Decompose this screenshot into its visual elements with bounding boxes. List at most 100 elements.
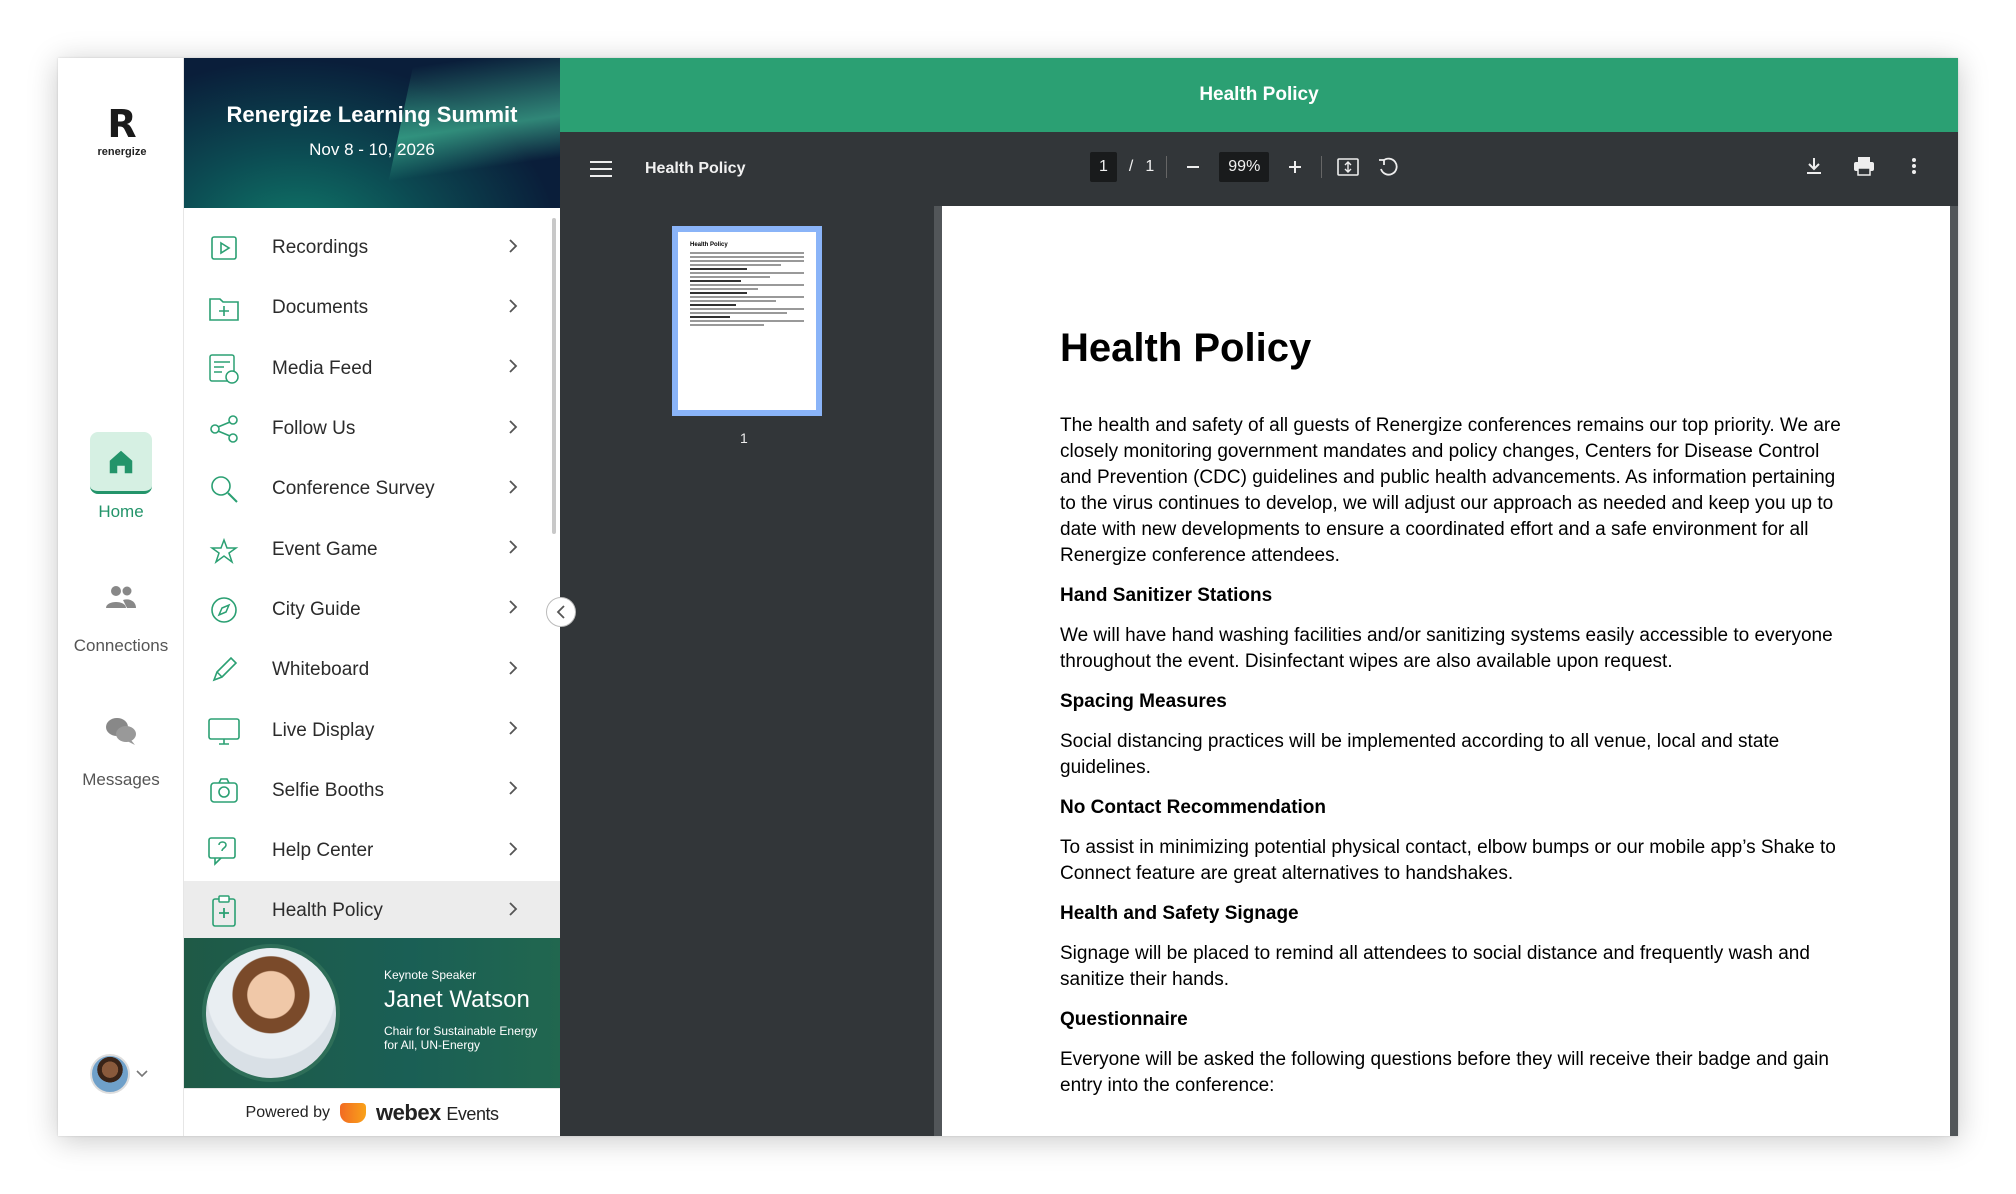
zoom-in-icon[interactable] (1281, 153, 1309, 181)
menu-item-conference-survey[interactable]: Conference Survey (184, 459, 560, 519)
rail-item-home[interactable]: Home (58, 432, 184, 522)
people-icon (90, 566, 152, 628)
more-options-icon[interactable] (1900, 152, 1928, 180)
menu-item-follow-us[interactable]: Follow Us (184, 399, 560, 459)
search-icon (204, 469, 244, 509)
menu-scrollbar[interactable] (552, 218, 556, 534)
menu-item-city-guide[interactable]: City Guide (184, 580, 560, 640)
chevron-right-icon (508, 900, 526, 923)
section-heading: No Contact Recommendation (1060, 797, 1327, 818)
pdf-title: Health Policy (645, 160, 746, 177)
menu-list: Recordings Documents Media Feed Follow U… (184, 218, 560, 942)
powered-label: Powered by (245, 1103, 331, 1121)
folder-icon (204, 288, 244, 328)
menu-item-event-game[interactable]: Event Game (184, 519, 560, 579)
left-rail: R renergize Home Connections Messages (58, 58, 184, 1136)
compass-icon (204, 590, 244, 630)
chevron-right-icon (508, 297, 526, 320)
event-banner: Renergize Learning Summit Nov 8 - 10, 20… (184, 58, 560, 208)
chevron-right-icon (508, 418, 526, 441)
zoom-out-icon[interactable] (1179, 153, 1207, 181)
section-body: To assist in minimizing potential physic… (1060, 837, 1836, 884)
user-menu[interactable] (90, 1054, 148, 1094)
chevron-right-icon (508, 719, 526, 742)
collapse-menu-button[interactable] (546, 597, 576, 627)
document-intro: The health and safety of all guests of R… (1060, 415, 1841, 566)
menu-item-live-display[interactable]: Live Display (184, 700, 560, 760)
zoom-level-input[interactable]: 99% (1219, 152, 1270, 182)
download-icon[interactable] (1800, 152, 1828, 180)
event-title: Renergize Learning Summit (226, 102, 518, 127)
menu-item-media-feed[interactable]: Media Feed (184, 339, 560, 399)
chevron-down-icon (136, 1070, 148, 1078)
section-body: Signage will be placed to remind all att… (1060, 943, 1810, 990)
pdf-viewer: Health Policy Health Policy 1 / 1 99% He… (560, 58, 1958, 1136)
home-icon (90, 432, 152, 494)
divider (1321, 156, 1323, 178)
rail-item-connections[interactable]: Connections (58, 566, 184, 656)
menu-item-label: Conference Survey (272, 478, 435, 500)
page-controls: 1 / 1 99% (1090, 152, 1402, 182)
section-heading: Hand Sanitizer Stations (1060, 585, 1273, 606)
menu-item-whiteboard[interactable]: Whiteboard (184, 640, 560, 700)
speaker-kicker: Keynote Speaker (384, 968, 477, 982)
pdf-page: Health Policy The health and safety of a… (942, 206, 1950, 1136)
monitor-icon (204, 711, 244, 751)
section-heading: Spacing Measures (1060, 691, 1227, 712)
section-heading: Health and Safety Signage (1060, 903, 1299, 924)
chevron-right-icon (508, 478, 526, 501)
camera-icon (204, 771, 244, 811)
section-body: Everyone will be asked the following que… (1060, 1049, 1829, 1096)
page-separator: / (1128, 158, 1134, 175)
clipboard-medical-icon (204, 891, 244, 931)
menu-item-label: Event Game (272, 538, 378, 560)
chevron-right-icon (508, 840, 526, 863)
speaker-ad[interactable]: Keynote Speaker Janet Watson Chair for S… (184, 938, 560, 1088)
chevron-right-icon (508, 779, 526, 802)
avatar (90, 1054, 130, 1094)
chevron-right-icon (508, 598, 526, 621)
pdf-toolbar: Health Policy 1 / 1 99% (560, 132, 1958, 206)
chevron-right-icon (508, 357, 526, 380)
section-body: We will have hand washing facilities and… (1060, 625, 1833, 672)
print-icon[interactable] (1850, 152, 1878, 180)
event-date: Nov 8 - 10, 2026 (309, 140, 435, 159)
rail-item-messages[interactable]: Messages (58, 700, 184, 790)
menu-item-selfie-booths[interactable]: Selfie Booths (184, 761, 560, 821)
chevron-right-icon (508, 237, 526, 260)
page-thumbnail[interactable]: Health Policy (672, 226, 822, 416)
page-total: 1 (1145, 158, 1155, 175)
menu-item-help-center[interactable]: Help Center (184, 821, 560, 881)
star-icon (204, 530, 244, 570)
menu-item-recordings[interactable]: Recordings (184, 218, 560, 278)
hamburger-menu-icon[interactable] (590, 156, 612, 182)
rotate-icon[interactable] (1374, 153, 1402, 181)
chat-icon (90, 700, 152, 762)
app-logo[interactable]: R renergize (90, 104, 154, 158)
menu-item-health-policy[interactable]: Health Policy (184, 881, 560, 942)
menu-item-label: City Guide (272, 598, 361, 620)
menu-item-label: Whiteboard (272, 659, 370, 681)
toolbar-actions (1800, 152, 1928, 180)
pencil-icon (204, 650, 244, 690)
menu-item-documents[interactable]: Documents (184, 278, 560, 338)
powered-by: Powered by webex Events (184, 1088, 560, 1136)
fit-page-icon[interactable] (1334, 153, 1362, 181)
menu-item-label: Documents (272, 297, 369, 319)
page-number-input[interactable]: 1 (1090, 152, 1117, 182)
menu-item-label: Help Center (272, 840, 374, 862)
menu-item-label: Live Display (272, 719, 375, 741)
menu-item-label: Selfie Booths (272, 779, 384, 801)
webex-brand-name: webex (376, 1099, 441, 1125)
chevron-right-icon (508, 659, 526, 682)
menu-item-label: Follow Us (272, 418, 356, 440)
chevron-left-icon (556, 605, 565, 619)
menu-item-label: Media Feed (272, 357, 373, 379)
side-menu: Renergize Learning Summit Nov 8 - 10, 20… (184, 58, 560, 1136)
viewer-header: Health Policy (560, 58, 1958, 132)
thumbnail-page-number: 1 (740, 430, 748, 446)
rail-item-label: Messages (82, 770, 160, 789)
thumbnail-panel: Health Policy 1 (560, 206, 934, 1136)
speaker-photo (202, 944, 340, 1082)
share-icon (204, 409, 244, 449)
